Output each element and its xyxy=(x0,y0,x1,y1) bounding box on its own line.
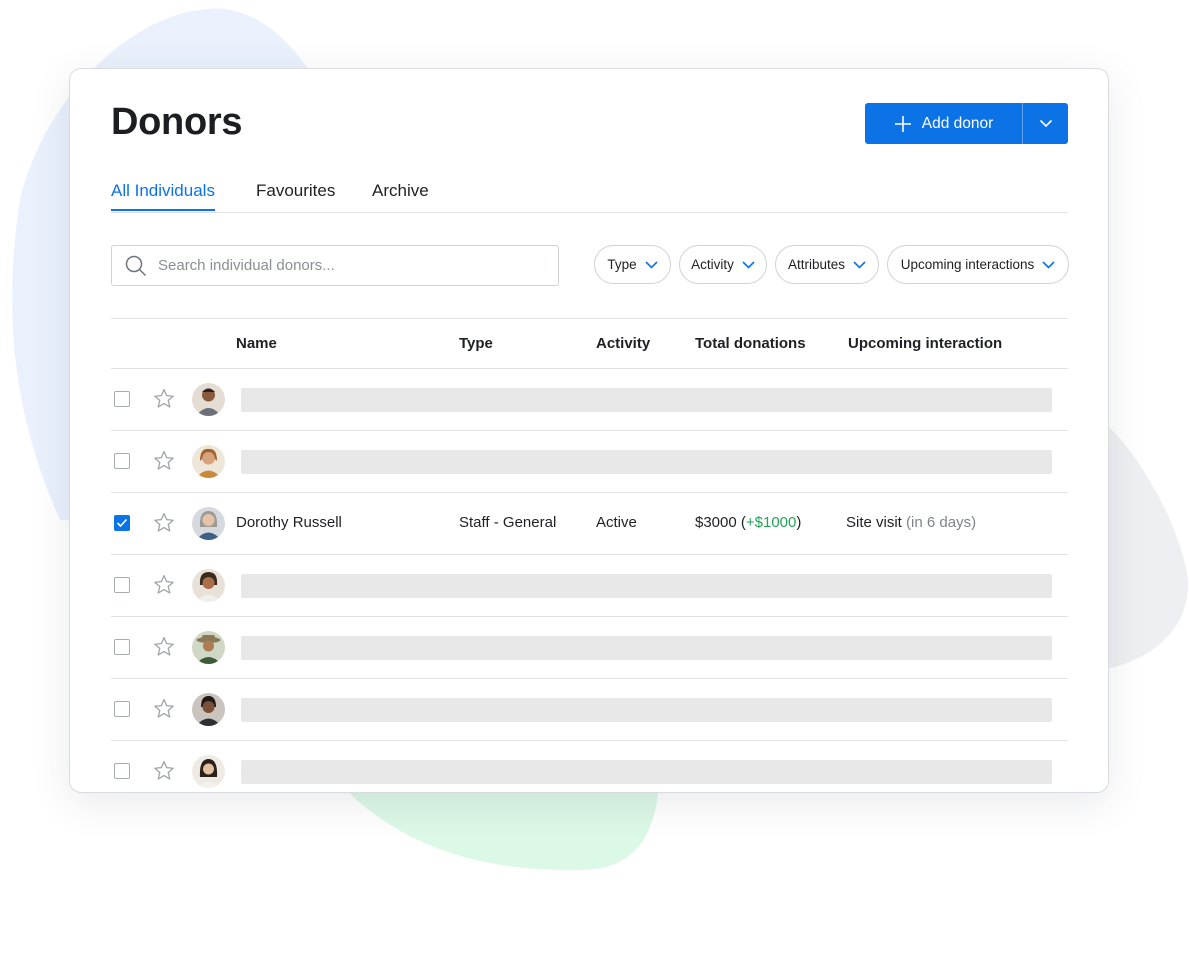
table-row[interactable] xyxy=(111,617,1068,679)
table-row[interactable] xyxy=(111,369,1068,431)
add-donor-button[interactable]: Add donor xyxy=(865,103,1022,144)
loading-placeholder xyxy=(241,698,1052,722)
table-row[interactable] xyxy=(111,431,1068,493)
search-box xyxy=(111,245,559,286)
total-amount: $3000 xyxy=(695,514,737,531)
donors-panel: Donors Add donor All Individuals Favouri… xyxy=(69,68,1109,793)
chevron-down-icon xyxy=(742,260,755,269)
loading-placeholder xyxy=(241,760,1052,784)
filter-activity-label: Activity xyxy=(691,257,734,272)
avatar xyxy=(192,507,225,540)
donor-type: Staff - General xyxy=(459,514,557,531)
table-row[interactable] xyxy=(111,555,1068,617)
tab-all-individuals[interactable]: All Individuals xyxy=(111,181,215,211)
row-checkbox[interactable] xyxy=(114,391,130,407)
star-icon[interactable] xyxy=(153,388,175,409)
filter-upcoming-interactions[interactable]: Upcoming interactions xyxy=(887,245,1069,284)
star-icon[interactable] xyxy=(153,636,175,657)
star-icon[interactable] xyxy=(153,698,175,719)
total-change-open: ( xyxy=(736,514,746,531)
star-icon[interactable] xyxy=(153,574,175,595)
filter-attributes-label: Attributes xyxy=(787,257,846,272)
filter-upcoming-interactions-label: Upcoming interactions xyxy=(900,257,1035,272)
add-donor-options-button[interactable] xyxy=(1023,103,1068,144)
background-blob-gray xyxy=(1100,420,1189,670)
donor-total-donations: $3000 (+$1000) xyxy=(695,514,801,531)
filter-type-label: Type xyxy=(607,257,637,272)
table-row[interactable]: Dorothy Russell Staff - General Active $… xyxy=(111,493,1068,555)
donors-table: Name Type Activity Total donations Upcom… xyxy=(111,318,1068,792)
add-donor-split-button: Add donor xyxy=(865,103,1068,144)
avatar xyxy=(192,383,225,416)
loading-placeholder xyxy=(241,388,1052,412)
add-donor-label: Add donor xyxy=(921,114,994,132)
star-icon[interactable] xyxy=(153,760,175,781)
avatar xyxy=(192,755,225,788)
donor-name[interactable]: Dorothy Russell xyxy=(236,514,342,531)
tab-archive[interactable]: Archive xyxy=(372,181,429,209)
total-change: +$1000 xyxy=(745,514,797,531)
row-checkbox[interactable] xyxy=(114,577,130,593)
filter-type[interactable]: Type xyxy=(594,245,671,284)
interaction-when: (in 6 days) xyxy=(906,514,977,531)
column-header-total-donations[interactable]: Total donations xyxy=(695,335,806,352)
column-header-activity[interactable]: Activity xyxy=(596,335,650,352)
tab-favourites[interactable]: Favourites xyxy=(256,181,335,209)
avatar xyxy=(192,569,225,602)
table-header: Name Type Activity Total donations Upcom… xyxy=(111,318,1068,369)
avatar xyxy=(192,631,225,664)
star-icon[interactable] xyxy=(153,512,175,533)
chevron-down-icon xyxy=(645,260,658,269)
chevron-down-icon xyxy=(1039,119,1052,128)
checkmark-icon xyxy=(116,518,128,528)
column-header-upcoming-interaction[interactable]: Upcoming interaction xyxy=(848,335,1002,352)
row-checkbox[interactable] xyxy=(114,701,130,717)
loading-placeholder xyxy=(241,636,1052,660)
star-icon[interactable] xyxy=(153,450,175,471)
row-checkbox[interactable] xyxy=(114,515,130,531)
table-row[interactable] xyxy=(111,679,1068,741)
loading-placeholder xyxy=(241,574,1052,598)
total-change-close: ) xyxy=(796,514,802,531)
avatar xyxy=(192,693,225,726)
plus-icon xyxy=(894,115,911,132)
filter-attributes[interactable]: Attributes xyxy=(775,245,879,284)
donor-tabs: All Individuals Favourites Archive xyxy=(111,177,1068,213)
filter-activity[interactable]: Activity xyxy=(679,245,767,284)
column-header-name[interactable]: Name xyxy=(236,335,277,352)
chevron-down-icon xyxy=(853,260,866,269)
row-checkbox[interactable] xyxy=(114,453,130,469)
column-header-type[interactable]: Type xyxy=(459,335,493,352)
search-icon xyxy=(125,255,147,277)
row-checkbox[interactable] xyxy=(114,639,130,655)
row-checkbox[interactable] xyxy=(114,763,130,779)
page-title: Donors xyxy=(111,101,243,143)
avatar xyxy=(192,445,225,478)
donor-upcoming-interaction: Site visit (in 6 days) xyxy=(846,514,976,531)
interaction-type: Site visit xyxy=(846,514,902,531)
search-input[interactable] xyxy=(158,246,538,285)
chevron-down-icon xyxy=(1042,260,1055,269)
loading-placeholder xyxy=(241,450,1052,474)
donor-activity: Active xyxy=(596,514,637,531)
table-row[interactable] xyxy=(111,741,1068,792)
